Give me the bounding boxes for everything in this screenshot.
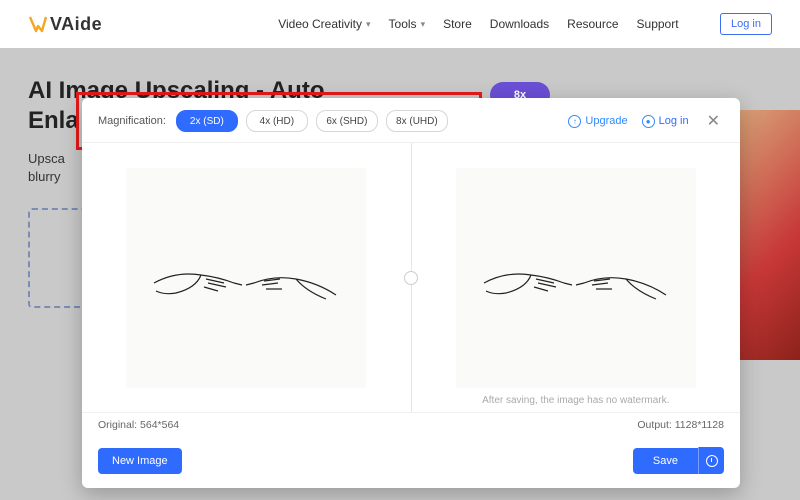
brand-text: VAide — [50, 14, 102, 35]
nav-store[interactable]: Store — [443, 17, 472, 31]
watermark-note: After saving, the image has no watermark… — [412, 395, 741, 406]
dimensions-bar: Original: 564*564 Output: 1128*1128 — [82, 412, 740, 437]
output-pane: After saving, the image has no watermark… — [412, 143, 741, 412]
output-image — [456, 168, 696, 388]
user-icon: ● — [642, 115, 655, 128]
mag-option-6x[interactable]: 6x (SHD) — [316, 110, 378, 132]
nav-resource[interactable]: Resource — [567, 17, 618, 31]
new-image-button[interactable]: New Image — [98, 448, 182, 474]
chevron-down-icon: ▾ — [421, 19, 426, 30]
hands-drawing-icon — [146, 233, 346, 323]
nav-downloads[interactable]: Downloads — [490, 17, 549, 31]
modal-login-link[interactable]: ● Log in — [642, 115, 689, 128]
logo-mark-icon — [28, 15, 48, 33]
modal-footer: New Image Save — [82, 437, 740, 488]
upscale-modal: Magnification: 2x (SD) 4x (HD) 6x (SHD) … — [82, 98, 740, 488]
nav-login-button[interactable]: Log in — [720, 13, 772, 35]
modal-toolbar: Magnification: 2x (SD) 4x (HD) 6x (SHD) … — [82, 98, 740, 142]
brand-logo[interactable]: VAide — [28, 14, 102, 35]
nav-video-creativity[interactable]: Video Creativity▾ — [278, 17, 370, 31]
original-dimensions: Original: 564*564 — [98, 419, 411, 431]
nav-support[interactable]: Support — [637, 17, 679, 31]
nav-tools[interactable]: Tools▾ — [389, 17, 426, 31]
original-pane — [82, 143, 411, 412]
chevron-down-icon: ▾ — [366, 19, 371, 30]
magnification-options: 2x (SD) 4x (HD) 6x (SHD) 8x (UHD) — [176, 110, 448, 132]
original-image — [126, 168, 366, 388]
upgrade-icon: ↑ — [568, 115, 581, 128]
magnification-label: Magnification: — [98, 115, 166, 127]
close-icon[interactable]: ✕ — [703, 111, 724, 131]
hands-drawing-icon — [476, 233, 676, 323]
output-dimensions: Output: 1128*1128 — [411, 419, 724, 431]
top-nav: VAide Video Creativity▾ Tools▾ Store Dow… — [0, 0, 800, 48]
save-button[interactable]: Save — [633, 448, 698, 474]
upgrade-link[interactable]: ↑ Upgrade — [568, 115, 627, 128]
clock-icon — [706, 455, 718, 467]
mag-option-2x[interactable]: 2x (SD) — [176, 110, 238, 132]
mag-option-8x[interactable]: 8x (UHD) — [386, 110, 448, 132]
compare-view: After saving, the image has no watermark… — [82, 142, 740, 412]
save-history-button[interactable] — [698, 447, 724, 474]
mag-option-4x[interactable]: 4x (HD) — [246, 110, 308, 132]
